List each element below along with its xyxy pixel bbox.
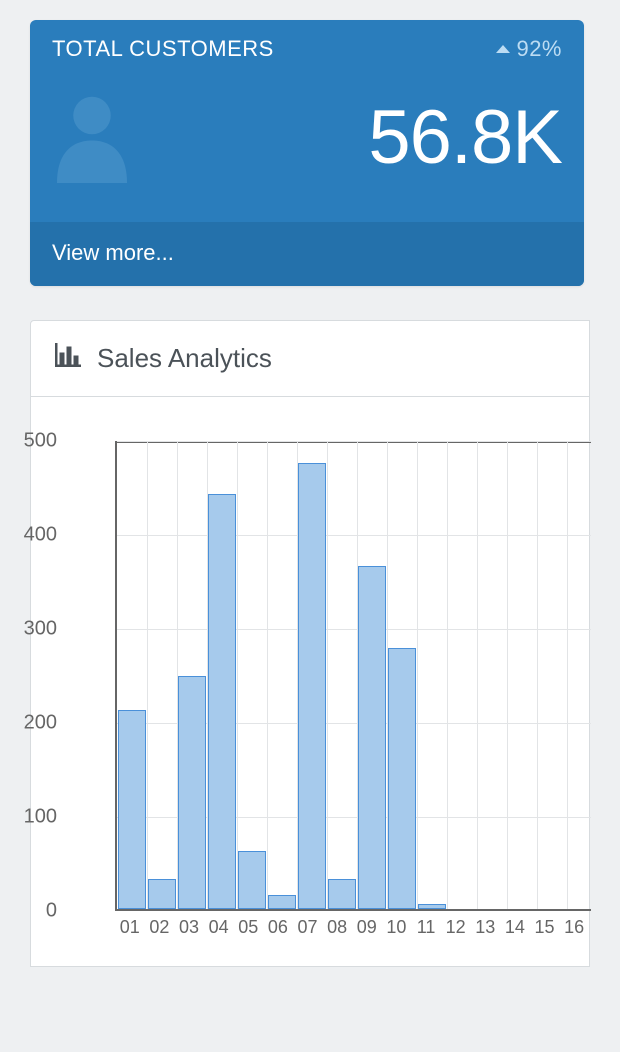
x-tick-label: 02 xyxy=(145,917,175,938)
bar xyxy=(388,648,416,909)
bar xyxy=(178,676,206,909)
x-tick-label: 01 xyxy=(115,917,145,938)
x-tick-label: 10 xyxy=(382,917,412,938)
x-tick-label: 12 xyxy=(441,917,471,938)
x-tick-label: 14 xyxy=(500,917,530,938)
sales-bar-chart: 0100200300400500 01020304050607080910111… xyxy=(115,441,589,938)
panel-header: Sales Analytics xyxy=(31,321,589,397)
bar-slot xyxy=(207,441,237,909)
sales-analytics-panel: Sales Analytics 0100200300400500 0102030… xyxy=(30,320,590,967)
card-percent-value: 92% xyxy=(516,36,562,62)
y-tick-label: 0 xyxy=(7,900,57,923)
y-tick-label: 400 xyxy=(7,524,57,547)
y-tick-label: 300 xyxy=(7,618,57,641)
card-footer: View more... xyxy=(30,222,584,286)
bar xyxy=(358,566,386,909)
y-tick-label: 500 xyxy=(7,430,57,453)
bar-slot xyxy=(387,441,417,909)
user-icon xyxy=(52,92,132,184)
bar xyxy=(238,851,266,909)
bar-slot xyxy=(297,441,327,909)
x-tick-label: 09 xyxy=(352,917,382,938)
bar xyxy=(298,463,326,910)
caret-up-icon xyxy=(496,45,510,53)
bar-chart-icon xyxy=(55,343,81,374)
bar xyxy=(208,494,236,909)
bar-slot xyxy=(147,441,177,909)
bar-slot xyxy=(117,441,147,909)
total-customers-card: TOTAL CUSTOMERS 92% 56.8K View more... xyxy=(30,20,584,286)
card-title: TOTAL CUSTOMERS xyxy=(52,36,274,62)
bar xyxy=(328,879,356,909)
bar xyxy=(268,895,296,909)
x-tick-label: 08 xyxy=(322,917,352,938)
bar xyxy=(418,904,446,909)
card-header: TOTAL CUSTOMERS 92% xyxy=(30,20,584,68)
x-tick-label: 07 xyxy=(293,917,323,938)
card-value: 56.8K xyxy=(368,100,562,176)
bar-slot xyxy=(477,441,507,909)
x-tick-label: 06 xyxy=(263,917,293,938)
panel-title: Sales Analytics xyxy=(97,343,272,374)
x-tick-label: 11 xyxy=(411,917,441,938)
card-percent: 92% xyxy=(496,36,562,62)
y-tick-label: 200 xyxy=(7,712,57,735)
x-tick-label: 04 xyxy=(204,917,234,938)
bar-slot xyxy=(237,441,267,909)
bar-slot xyxy=(447,441,477,909)
card-body: 56.8K xyxy=(30,68,584,222)
x-tick-label: 03 xyxy=(174,917,204,938)
y-tick-label: 100 xyxy=(7,806,57,829)
bar-slot xyxy=(567,441,591,909)
x-tick-label: 13 xyxy=(471,917,501,938)
bar-slot xyxy=(327,441,357,909)
x-tick-label: 05 xyxy=(234,917,264,938)
bar-slot xyxy=(507,441,537,909)
bar-slot xyxy=(267,441,297,909)
chart-container: 0100200300400500 01020304050607080910111… xyxy=(31,397,589,966)
bar xyxy=(148,879,176,909)
x-tick-label: 15 xyxy=(530,917,560,938)
x-tick-label: 16 xyxy=(559,917,589,938)
bar-slot xyxy=(417,441,447,909)
view-more-link[interactable]: View more... xyxy=(52,240,174,265)
bar-slot xyxy=(177,441,207,909)
bar xyxy=(118,710,146,909)
bar-slot xyxy=(357,441,387,909)
bar-slot xyxy=(537,441,567,909)
